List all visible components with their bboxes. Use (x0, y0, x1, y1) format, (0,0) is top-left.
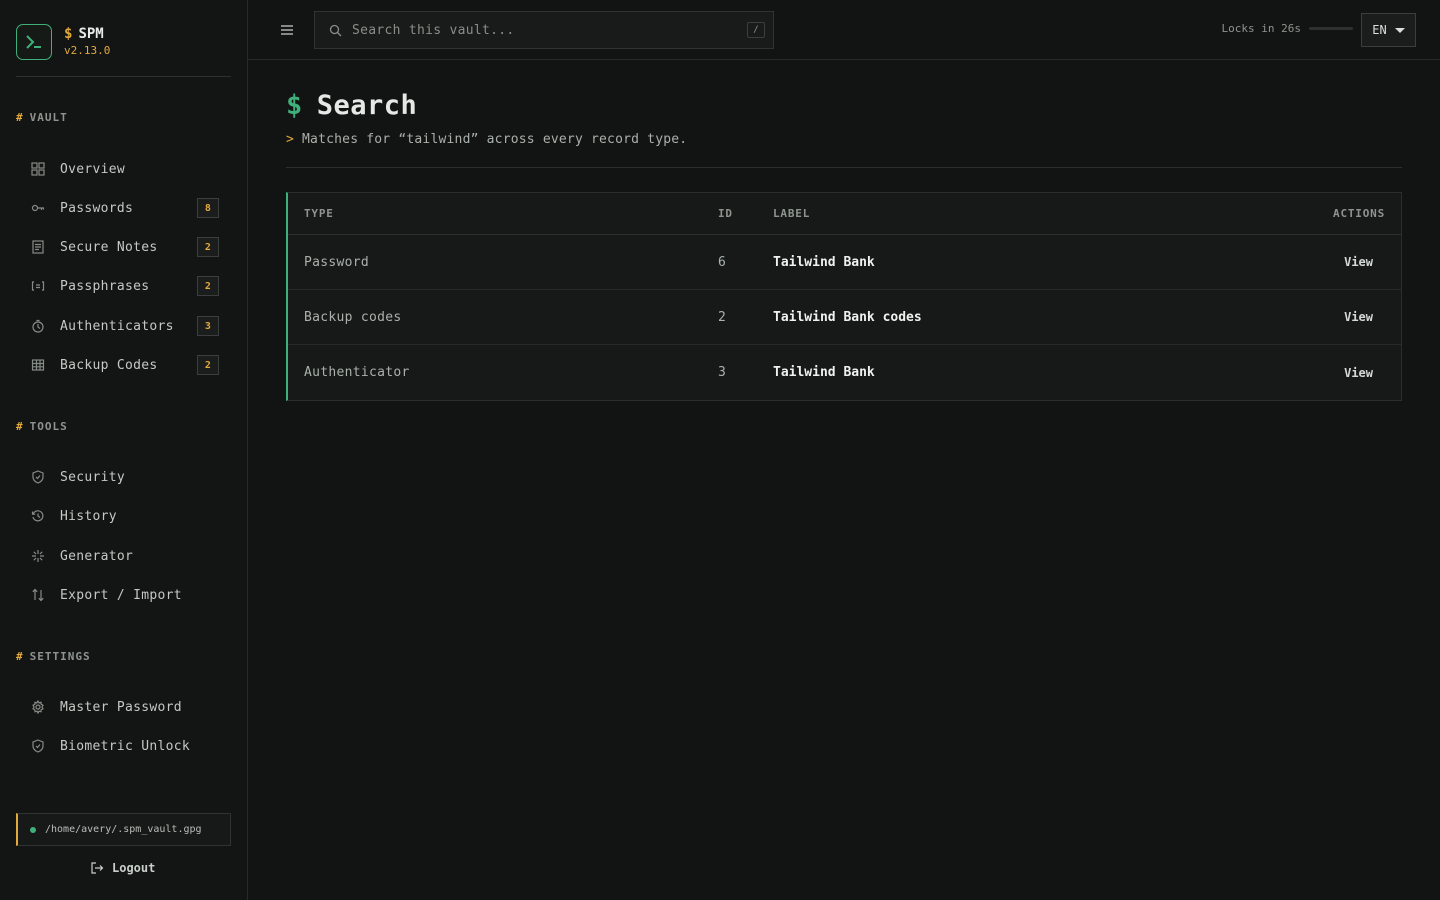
count-badge: 2 (197, 276, 219, 296)
caret-down-icon (1394, 27, 1405, 33)
terminal-logo-icon (16, 24, 52, 60)
sidebar-item-label: Secure Notes (60, 239, 158, 255)
language-select[interactable]: EN (1361, 13, 1416, 47)
sparkle-icon (30, 548, 46, 564)
sidebar: $ SPM v2.13.0 # VAULT Overview Passwords 8… (0, 0, 248, 900)
search-input[interactable] (352, 22, 747, 38)
sidebar-item-overview[interactable]: Overview (30, 156, 220, 182)
sidebar-item-secure-notes[interactable]: Secure Notes 2 (30, 234, 220, 260)
shield-icon (30, 469, 46, 485)
cell-id: 2 (718, 309, 726, 325)
arrows-updown-icon (30, 587, 46, 603)
sidebar-item-label: Master Password (60, 699, 182, 715)
cell-id: 3 (718, 365, 726, 380)
sidebar-item-passwords[interactable]: Passwords 8 (30, 195, 220, 221)
cell-type: Password (304, 254, 370, 270)
column-header-actions: ACTIONS (1333, 207, 1385, 220)
vault-path: /home/avery/.spm_vault.gpg (16, 813, 231, 846)
page-subtitle: > Matches for “tailwind” across every rec… (286, 132, 688, 147)
section-title-tools: # TOOLS (16, 420, 68, 433)
column-header-id: ID (718, 207, 733, 220)
view-button[interactable]: View (1344, 290, 1373, 344)
passphrase-icon (30, 278, 46, 294)
hamburger-icon (281, 25, 293, 35)
brand[interactable]: $ SPM v2.13.0 (16, 24, 110, 60)
column-header-type: TYPE (304, 207, 334, 220)
lock-progress-bar (1309, 27, 1353, 30)
timer-icon (30, 318, 46, 334)
cell-label: Tailwind Bank codes (773, 309, 922, 325)
logout-label: Logout (112, 861, 156, 875)
sidebar-item-biometric-unlock[interactable]: Biometric Unlock (30, 733, 220, 759)
grid-icon (30, 161, 46, 177)
sidebar-item-authenticators[interactable]: Authenticators 3 (30, 313, 220, 339)
status-dot-icon (30, 826, 36, 833)
cell-label: Tailwind Bank (773, 365, 875, 380)
sidebar-item-generator[interactable]: Generator (30, 543, 220, 569)
key-icon (30, 200, 46, 216)
count-badge: 3 (197, 316, 219, 336)
view-button[interactable]: View (1344, 235, 1373, 289)
count-badge: 2 (197, 237, 219, 257)
count-badge: 8 (197, 198, 219, 218)
column-header-label: LABEL (773, 207, 811, 220)
sidebar-item-label: Overview (60, 161, 126, 177)
results-table: TYPE ID LABEL ACTIONS Password 6 Tailwin… (286, 192, 1402, 401)
app-version: v2.13.0 (64, 43, 111, 57)
cell-type: Backup codes (304, 309, 402, 325)
app-name: $ SPM (64, 25, 104, 42)
sidebar-item-security[interactable]: Security (30, 464, 220, 490)
search-box[interactable]: / (314, 11, 774, 49)
sidebar-item-backup-codes[interactable]: Backup Codes 2 (30, 352, 220, 378)
sidebar-item-export-import[interactable]: Export / Import (30, 582, 220, 608)
table-header: TYPE ID LABEL ACTIONS (288, 193, 1401, 235)
divider (286, 167, 1402, 168)
cell-type: Authenticator (304, 365, 410, 380)
view-button[interactable]: View (1344, 345, 1373, 400)
topbar: / Locks in 26s EN (248, 0, 1440, 60)
note-icon (30, 239, 46, 255)
sidebar-item-label: Export / Import (60, 587, 182, 603)
sidebar-item-label: History (60, 508, 117, 524)
table-icon (30, 357, 46, 373)
sidebar-item-label: Authenticators (60, 318, 174, 334)
sidebar-item-passphrases[interactable]: Passphrases 2 (30, 273, 220, 299)
search-icon (329, 24, 342, 37)
menu-toggle-button[interactable] (278, 21, 296, 39)
table-row[interactable]: Authenticator 3 Tailwind Bank View (288, 345, 1401, 400)
sidebar-item-label: Generator (60, 548, 134, 564)
sidebar-item-master-password[interactable]: Master Password (30, 694, 220, 720)
shield-icon (30, 738, 46, 754)
section-title-settings: # SETTINGS (16, 650, 91, 663)
table-row[interactable]: Password 6 Tailwind Bank View (288, 235, 1401, 290)
table-row[interactable]: Backup codes 2 Tailwind Bank codes View (288, 290, 1401, 345)
divider (16, 76, 231, 77)
sidebar-item-label: Backup Codes (60, 357, 158, 373)
sidebar-item-label: Passwords (60, 200, 134, 216)
sidebar-item-label: Security (60, 469, 126, 485)
cell-id: 6 (718, 254, 726, 270)
sidebar-item-history[interactable]: History (30, 503, 220, 529)
sidebar-item-label: Biometric Unlock (60, 738, 191, 754)
auto-lock-indicator: Locks in 26s (1222, 22, 1353, 35)
language-value: EN (1372, 23, 1387, 37)
count-badge: 2 (197, 355, 219, 375)
page-title: $ Search (286, 90, 418, 121)
section-title-vault: # VAULT (16, 111, 68, 124)
vault-path-text: /home/avery/.spm_vault.gpg (45, 824, 202, 835)
lock-text: Locks in 26s (1221, 22, 1301, 35)
history-icon (30, 508, 46, 524)
sidebar-item-label: Passphrases (60, 278, 150, 294)
gear-icon (30, 699, 46, 715)
search-shortcut-hint: / (747, 22, 765, 38)
cell-label: Tailwind Bank (773, 254, 875, 270)
logout-icon (90, 861, 104, 875)
logout-button[interactable]: Logout (90, 858, 155, 878)
